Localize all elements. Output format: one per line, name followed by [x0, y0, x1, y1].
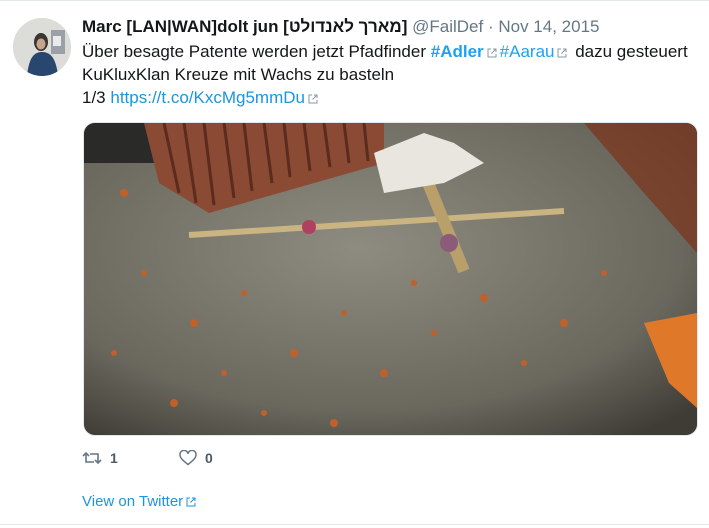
external-link-icon [308, 94, 318, 104]
external-link-icon [557, 48, 567, 58]
view-on-twitter-link[interactable]: View on Twitter [82, 493, 199, 510]
tweet-text-line2: KuKluxKlan Kreuze mit Wachs zu basteln [82, 65, 395, 84]
bottom-divider [0, 524, 709, 525]
top-divider [0, 0, 709, 1]
avatar[interactable] [13, 18, 71, 76]
like-action[interactable]: 0 [179, 448, 213, 468]
external-link-icon [487, 48, 497, 58]
separator-dot: · [487, 17, 494, 36]
view-on-twitter-label: View on Twitter [82, 493, 184, 510]
retweet-action[interactable]: 1 [82, 448, 118, 468]
heart-icon [179, 450, 197, 466]
tweet-link[interactable]: https://t.co/KxcMg5mmDu [110, 88, 305, 107]
like-count: 0 [205, 450, 213, 466]
tweet-date[interactable]: Nov 14, 2015 [498, 17, 599, 36]
thread-counter: 1/3 [82, 88, 106, 107]
retweet-count: 1 [110, 450, 118, 466]
hashtag-aarau[interactable]: #Aarau [500, 42, 555, 61]
tweet-header: Marc [LAN|WAN]dolt jun [מארך לאנדולט] @F… [82, 16, 599, 38]
tweet-text-part1: Über besagte Patente werden jetzt Pfadfi… [82, 42, 426, 61]
retweet-icon [82, 451, 102, 465]
user-handle[interactable]: @FailDef [412, 17, 483, 36]
hashtag-adler[interactable]: #Adler [431, 42, 484, 61]
external-link-icon [186, 497, 196, 507]
tweet-media-photo[interactable] [83, 122, 698, 436]
tweet-text-part2: dazu gesteuert [575, 42, 688, 61]
avatar-photo [13, 18, 71, 76]
photo-cross-on-ground [84, 123, 697, 435]
tweet-text: Über besagte Patente werden jetzt Pfadfi… [82, 40, 702, 109]
display-name[interactable]: Marc [LAN|WAN]dolt jun [מארך לאנדולט] [82, 17, 407, 36]
